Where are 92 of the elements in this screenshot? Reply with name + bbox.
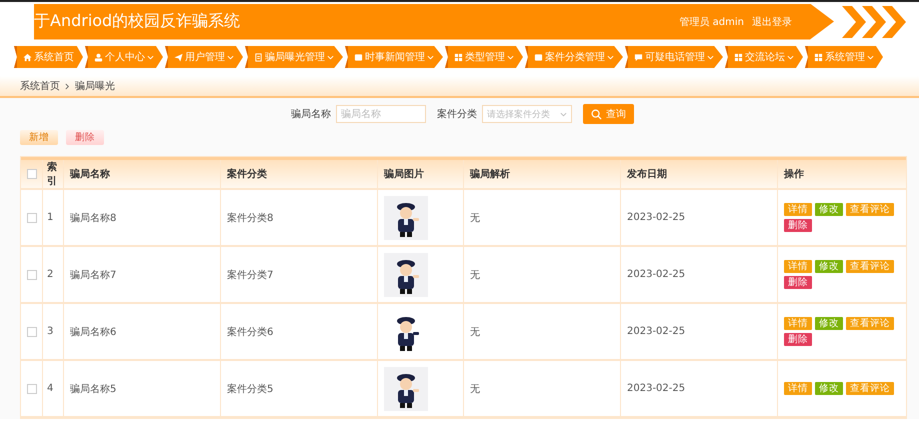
details-button[interactable]: 详情 [784,382,812,395]
delete-button[interactable]: 删除 [784,333,812,346]
column-header: 骗局解析 [470,167,510,181]
row-checkbox[interactable] [26,326,36,336]
nav-tab[interactable]: 个人中心 [85,46,163,68]
edit-button[interactable]: 修改 [815,260,843,273]
column-header: 操作 [784,168,804,181]
column-header: 案件分类 [227,167,267,181]
chevron-icon [65,82,70,90]
table-cell-text: 无 [470,326,480,338]
table-cell: 4 [47,383,54,394]
table-cell-text: 案件分类6 [227,326,274,338]
caret-icon [427,54,434,60]
home-icon [23,52,32,62]
add-button[interactable]: 新增 [20,130,58,145]
table-cell: 2 [47,269,54,280]
chat-icon [634,52,643,62]
search-button[interactable]: 查询 [583,104,634,124]
app-title: 于Andriod的校园反诈骗系统 [34,11,240,32]
field-label: 骗局名称 [291,108,331,121]
column-header: 发布日期 [627,168,667,181]
caret-icon [560,112,567,116]
details-button[interactable]: 详情 [784,260,812,273]
table-cell: 2023-02-25 [627,212,686,223]
name-input-field[interactable]: 骗局名称 [336,105,426,123]
select-all-checkbox[interactable] [26,169,36,179]
field-label: 案件分类 [437,108,477,121]
nav-tab[interactable]: 案件分类管理 [525,46,623,68]
comments-button[interactable]: 查看评论 [846,260,894,273]
nav-tab[interactable]: 类型管理 [445,46,523,68]
card-icon [534,52,543,62]
user-label: 管理员 admin [679,16,744,28]
grid-icon [454,52,463,62]
table-cell: 2023-02-25 [627,383,686,394]
table-cell-text: 骗局名称5 [70,382,116,396]
nav-tab[interactable]: 交流论坛 [725,46,803,68]
edit-button[interactable]: 修改 [815,382,843,395]
table-cell: 3 [47,326,54,337]
user-icon [94,52,103,62]
delete-button[interactable]: 删除 [784,219,812,232]
breadcrumb-link[interactable]: 系统首页 [20,79,60,93]
row-checkbox[interactable] [26,270,36,280]
paper-plane-icon [174,52,183,62]
column-header: 骗局名称 [70,167,110,181]
delete-button[interactable]: 删除 [66,130,104,145]
caret-icon [327,54,334,60]
table-cell: 2023-02-25 [627,326,686,337]
search-icon [591,108,602,120]
caret-icon [227,54,234,60]
delete-button[interactable]: 删除 [784,276,812,289]
category-select[interactable]: 请选择案件分类 [482,105,572,123]
table-cell-text: 无 [470,382,480,396]
table-cell-text: 无 [470,268,480,282]
chevrons-icon [840,4,906,40]
table-cell-text: 案件分类5 [227,382,274,396]
nav-tab[interactable]: 系统首页 [14,46,83,68]
breadcrumb-current: 骗局曝光 [75,80,115,93]
caret-icon [787,54,794,60]
grid-icon [814,52,823,62]
caret-icon [507,54,514,60]
card-icon [354,52,363,62]
caret-icon [707,54,714,60]
table-cell-text: 骗局名称7 [70,268,116,282]
details-button[interactable]: 详情 [784,317,812,330]
table-cell: 2023-02-25 [627,269,686,280]
column-header: 骗局图片 [384,167,424,181]
table-cell: 1 [47,212,54,223]
logout-link[interactable]: 退出登录 [752,14,792,28]
column-header: 索引 [47,160,58,188]
table-cell-text: 案件分类7 [227,268,274,282]
nav-tab[interactable]: 骗局曝光管理 [245,46,343,68]
nav-tab[interactable]: 可疑电话管理 [625,46,723,68]
row-checkbox[interactable] [26,384,36,394]
comments-button[interactable]: 查看评论 [846,203,894,216]
table-cell-text: 骗局名称8 [70,212,116,224]
document-icon [254,52,263,62]
nav-tab[interactable]: 系统管理 [805,46,883,68]
caret-icon [607,54,614,60]
table-cell-text: 案件分类8 [227,212,274,224]
edit-button[interactable]: 修改 [815,317,843,330]
table-cell-text: 无 [470,212,480,224]
caret-icon [147,54,154,60]
grid-icon [734,52,743,62]
nav-tab[interactable]: 时事新闻管理 [345,46,443,68]
edit-button[interactable]: 修改 [815,203,843,216]
comments-button[interactable]: 查看评论 [846,317,894,330]
nav-tab[interactable]: 用户管理 [165,46,243,68]
table-cell-text: 骗局名称6 [70,326,116,338]
row-checkbox[interactable] [26,212,36,222]
caret-icon [867,54,874,60]
comments-button[interactable]: 查看评论 [846,382,894,395]
details-button[interactable]: 详情 [784,203,812,216]
